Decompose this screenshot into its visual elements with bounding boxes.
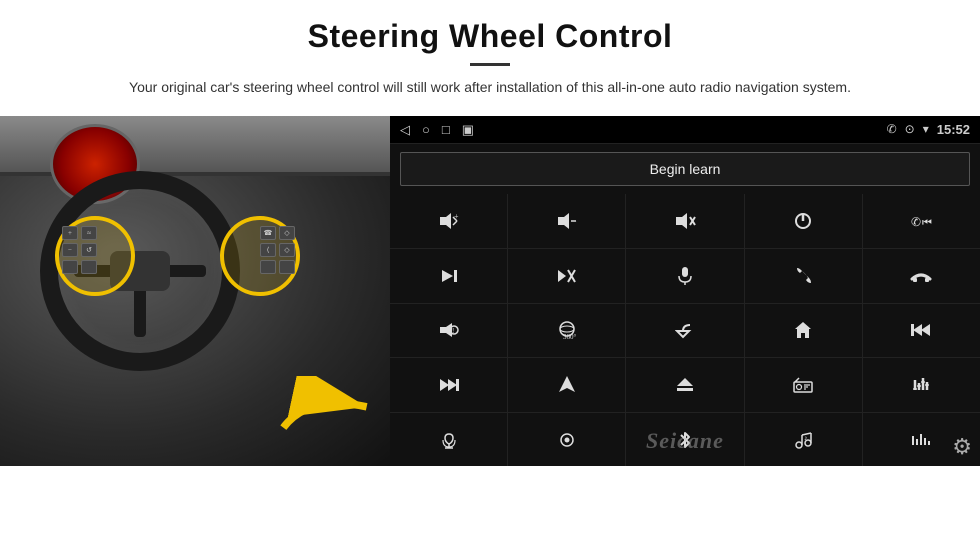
back-button[interactable] <box>626 304 743 358</box>
status-right: ✆ ⊙ ▾ 15:52 <box>887 122 970 137</box>
home-nav-icon[interactable]: ○ <box>422 122 430 138</box>
sw-btn <box>279 260 295 274</box>
control-grid: + − ✆⏮ <box>390 194 980 466</box>
car-image-area: + ≈ − ↺ ☎ ◇ ⟨ ◇ <box>0 116 390 466</box>
title-divider <box>470 63 510 66</box>
home-button[interactable] <box>745 304 862 358</box>
sw-btn <box>62 260 78 274</box>
back-nav-icon[interactable]: ◁ <box>400 122 410 138</box>
next-button[interactable] <box>390 249 507 303</box>
sw-btn: ◇ <box>279 226 295 240</box>
svg-text:360°: 360° <box>563 333 577 340</box>
sw-btn: ≈ <box>81 226 97 240</box>
clock-display: 15:52 <box>937 122 970 137</box>
subtitle-text: Your original car's steering wheel contr… <box>100 76 880 98</box>
page-wrapper: Steering Wheel Control Your original car… <box>0 0 980 548</box>
sw-btn: + <box>62 226 78 240</box>
location-status-icon: ⊙ <box>905 122 915 137</box>
steering-bg: + ≈ − ↺ ☎ ◇ ⟨ ◇ <box>0 116 390 466</box>
sw-btn: ◇ <box>279 243 295 257</box>
equalizer-button[interactable] <box>863 358 980 412</box>
fast-forward-button[interactable] <box>390 358 507 412</box>
rewind-button[interactable] <box>863 304 980 358</box>
sw-btn <box>260 260 276 274</box>
music-settings-button[interactable]: ♪ <box>745 413 862 467</box>
spoke-bottom <box>134 287 146 337</box>
status-bar: ◁ ○ □ ▣ ✆ ⊙ ▾ 15:52 <box>390 116 980 144</box>
radio-ui: ◁ ○ □ ▣ ✆ ⊙ ▾ 15:52 Begin learn <box>390 116 980 466</box>
settings2-button[interactable] <box>508 413 625 467</box>
sw-btn: − <box>62 243 78 257</box>
360-button[interactable]: 360° <box>508 304 625 358</box>
navigate-button[interactable] <box>508 358 625 412</box>
prev-track-phone-button[interactable]: ✆⏮ <box>863 194 980 248</box>
svg-text:✆: ✆ <box>911 215 921 229</box>
hang-up-button[interactable] <box>863 249 980 303</box>
vol-up-button[interactable]: + <box>390 194 507 248</box>
status-left: ◁ ○ □ ▣ <box>400 122 474 138</box>
bluetooth-button[interactable] <box>626 413 743 467</box>
sw-btn: ☎ <box>260 226 276 240</box>
radio-button[interactable] <box>745 358 862 412</box>
svg-text:⏮: ⏮ <box>922 217 932 229</box>
voice-button[interactable] <box>390 413 507 467</box>
mute-button[interactable] <box>626 194 743 248</box>
sw-btn <box>81 260 97 274</box>
yellow-arrow <box>275 376 375 446</box>
begin-learn-button[interactable]: Begin learn <box>400 152 970 186</box>
svg-text:+: + <box>454 212 459 221</box>
mic-button[interactable] <box>626 249 743 303</box>
header-section: Steering Wheel Control Your original car… <box>0 0 980 106</box>
begin-learn-wrap: Begin learn <box>390 144 980 194</box>
eject-button[interactable] <box>626 358 743 412</box>
recent-nav-icon[interactable]: □ <box>442 122 450 138</box>
wifi-status-icon: ▾ <box>923 122 929 137</box>
svg-text:!: ! <box>452 327 454 335</box>
signal-icon: ▣ <box>462 122 474 138</box>
phone-status-icon: ✆ <box>887 122 897 137</box>
page-title: Steering Wheel Control <box>60 18 920 55</box>
gear-icon[interactable]: ⚙ <box>952 434 972 460</box>
content-area: + ≈ − ↺ ☎ ◇ ⟨ ◇ <box>0 116 980 548</box>
call-button[interactable] <box>745 249 862 303</box>
sw-btn: ⟨ <box>260 243 276 257</box>
btn-cluster-right: ☎ ◇ ⟨ ◇ <box>260 226 295 274</box>
horn-button[interactable]: ! <box>390 304 507 358</box>
svg-text:−: − <box>572 217 577 226</box>
vol-down-button[interactable]: − <box>508 194 625 248</box>
skip-mute-button[interactable] <box>508 249 625 303</box>
power-button[interactable] <box>745 194 862 248</box>
btn-cluster-left: + ≈ − ↺ <box>62 226 97 274</box>
sw-btn: ↺ <box>81 243 97 257</box>
svg-text:♪: ♪ <box>804 434 808 442</box>
